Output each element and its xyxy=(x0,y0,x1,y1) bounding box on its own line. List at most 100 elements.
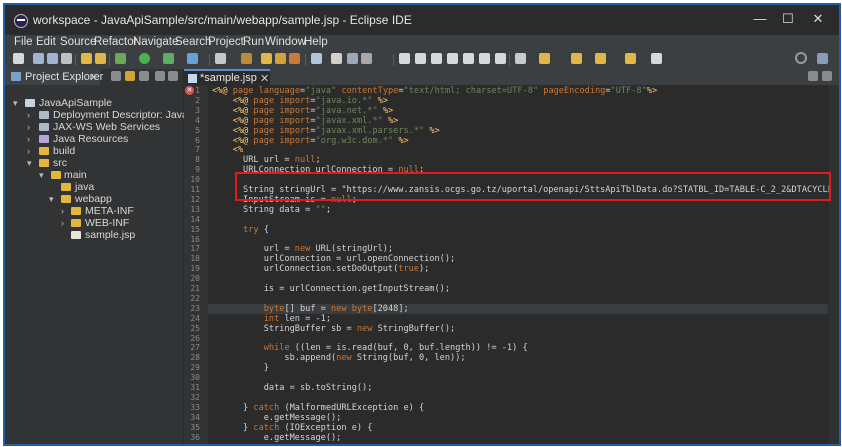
menu-search[interactable]: Search xyxy=(175,35,211,49)
code-line[interactable]: while ((len = is.read(buf, 0, buf.length… xyxy=(212,343,528,353)
code-line[interactable]: urlConnection = url.openConnection(); xyxy=(212,254,455,264)
code-line[interactable]: <%@ page import="org.w3c.dom.*" %> xyxy=(212,136,409,146)
code-line[interactable]: data = sb.toString(); xyxy=(212,383,373,393)
tab-project-explorer[interactable]: Project Explorer ✕ xyxy=(5,69,103,85)
previous-annotation-icon[interactable] xyxy=(539,53,550,64)
menu-project[interactable]: Project xyxy=(208,35,244,49)
new-server-icon[interactable] xyxy=(215,53,226,64)
maximize-button[interactable]: ☐ xyxy=(777,10,799,28)
menu-source[interactable]: Source xyxy=(60,35,96,49)
vertical-scrollbar[interactable] xyxy=(829,85,839,444)
code-text-area[interactable]: <%@ page language="java" contentType="te… xyxy=(208,85,839,444)
code-line[interactable]: } catch (MalformedURLException e) { xyxy=(212,403,424,413)
code-line[interactable]: e.getMessage(); xyxy=(212,433,342,443)
collapse-arrow-icon[interactable]: › xyxy=(61,217,69,229)
minimize-view-icon[interactable] xyxy=(155,71,165,81)
expand-arrow-icon[interactable]: ▾ xyxy=(13,97,21,109)
save-all-icon[interactable] xyxy=(47,53,58,64)
line-number: 27 xyxy=(190,343,200,353)
forward-icon[interactable] xyxy=(651,53,662,64)
new-package-icon[interactable] xyxy=(261,53,272,64)
coverage-icon[interactable] xyxy=(187,53,198,64)
next-annotation-icon[interactable] xyxy=(515,53,526,64)
disconnect-icon[interactable] xyxy=(447,53,458,64)
terminate-icon[interactable] xyxy=(431,53,442,64)
toggle-mark-icon[interactable] xyxy=(331,53,342,64)
code-line[interactable]: url = new URL(stringUrl); xyxy=(212,244,393,254)
perspective-icon[interactable] xyxy=(817,53,828,64)
print-icon[interactable] xyxy=(61,53,72,64)
new-icon[interactable] xyxy=(13,53,24,64)
menu-window[interactable]: Window xyxy=(265,35,306,49)
maximize-view-icon[interactable] xyxy=(168,71,178,81)
close-tab-icon[interactable]: ✕ xyxy=(260,72,269,85)
folder-icon xyxy=(39,159,49,167)
code-line[interactable]: String data = ""; xyxy=(212,205,331,215)
collapse-arrow-icon[interactable]: › xyxy=(27,133,35,145)
window-title: workspace - JavaApiSample/src/main/webap… xyxy=(33,13,412,27)
close-tab-icon[interactable]: ✕ xyxy=(89,71,98,84)
code-line[interactable]: <%@ page language="java" contentType="te… xyxy=(212,86,657,96)
suspend-icon[interactable] xyxy=(415,53,426,64)
menu-file[interactable]: File xyxy=(14,35,33,49)
code-line[interactable]: is = urlConnection.getInputStream(); xyxy=(212,284,450,294)
show-whitespace-icon[interactable] xyxy=(361,53,372,64)
code-line[interactable]: StringBuffer sb = new StringBuffer(); xyxy=(212,324,455,334)
last-edit-icon[interactable] xyxy=(571,53,582,64)
collapse-arrow-icon[interactable]: › xyxy=(27,109,35,121)
code-line[interactable]: <%@ page import="java.io.*" %> xyxy=(212,96,388,106)
minimize-editor-icon[interactable] xyxy=(808,71,818,81)
undo-icon[interactable] xyxy=(81,53,92,64)
menu-navigate[interactable]: Navigate xyxy=(133,35,178,49)
search-icon[interactable] xyxy=(795,52,807,64)
debug-icon[interactable] xyxy=(115,53,126,64)
menu-run[interactable]: Run xyxy=(243,35,264,49)
toggle-breadcrumb-icon[interactable] xyxy=(347,53,358,64)
view-menu-icon[interactable] xyxy=(139,71,149,81)
collapse-arrow-icon[interactable]: › xyxy=(61,205,69,217)
code-line[interactable]: URL url = null; xyxy=(212,155,321,165)
redo-icon[interactable] xyxy=(95,53,106,64)
minimize-button[interactable]: — xyxy=(749,10,771,28)
collapse-arrow-icon[interactable]: › xyxy=(27,145,35,157)
code-line[interactable]: try { xyxy=(212,225,269,235)
code-line[interactable]: sb.append(new String(buf, 0, len)); xyxy=(212,353,465,363)
open-task-icon[interactable] xyxy=(289,53,300,64)
line-number: 3 xyxy=(195,105,200,115)
search-toolbar-icon[interactable] xyxy=(311,53,322,64)
line-number: 25 xyxy=(190,323,200,333)
maximize-editor-icon[interactable] xyxy=(822,71,832,81)
link-with-editor-icon[interactable] xyxy=(125,71,135,81)
step-into-icon[interactable] xyxy=(463,53,474,64)
back-history-icon[interactable] xyxy=(625,53,636,64)
new-class-icon[interactable] xyxy=(275,53,286,64)
expand-arrow-icon[interactable]: ▾ xyxy=(27,157,35,169)
back-icon[interactable] xyxy=(595,53,606,64)
expand-arrow-icon[interactable]: ▾ xyxy=(39,169,47,181)
menu-edit[interactable]: Edit xyxy=(36,35,56,49)
code-line[interactable]: <%@ page import="javax.xml.*" %> xyxy=(212,116,399,126)
menu-refactor[interactable]: Refactor xyxy=(94,35,137,49)
expand-arrow-icon[interactable]: ▾ xyxy=(49,193,57,205)
code-line[interactable]: byte[] buf = new byte[2048]; xyxy=(212,304,409,314)
code-line[interactable]: } xyxy=(212,363,269,373)
code-line[interactable]: } catch (IOException e) { xyxy=(212,423,372,433)
run-icon[interactable] xyxy=(139,53,150,64)
close-window-button[interactable]: ✕ xyxy=(807,10,829,28)
save-icon[interactable] xyxy=(33,53,44,64)
open-type-icon[interactable] xyxy=(241,53,252,64)
code-line[interactable]: urlConnection.setDoOutput(true); xyxy=(212,264,430,274)
code-line[interactable]: e.getMessage(); xyxy=(212,413,342,423)
tree-label: src xyxy=(53,157,67,169)
code-line[interactable]: <% xyxy=(212,145,243,155)
external-tools-icon[interactable] xyxy=(163,53,174,64)
step-over-icon[interactable] xyxy=(479,53,490,64)
resume-icon[interactable] xyxy=(399,53,410,64)
code-line[interactable]: <%@ page import="javax.xml.parsers.*" %> xyxy=(212,126,440,136)
collapse-all-icon[interactable] xyxy=(111,71,121,81)
code-line[interactable]: int len = -1; xyxy=(212,314,331,324)
code-line[interactable]: <%@ page import="java.net.*" %> xyxy=(212,106,393,116)
collapse-arrow-icon[interactable]: › xyxy=(27,121,35,133)
step-return-icon[interactable] xyxy=(495,53,506,64)
menu-help[interactable]: Help xyxy=(304,35,328,49)
